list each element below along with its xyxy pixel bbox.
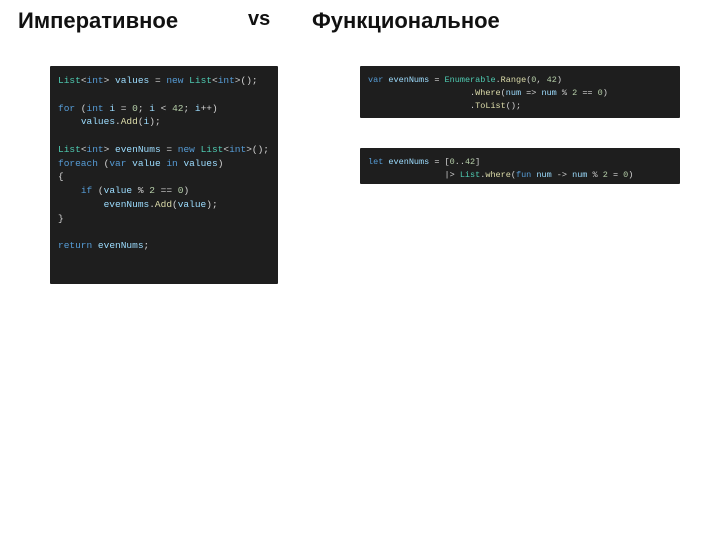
code-functional-csharp-linq: var evenNums = Enumerable.Range(0, 42) .… xyxy=(360,66,680,118)
title-functional: Функциональное xyxy=(308,8,702,34)
title-vs: vs xyxy=(238,8,308,31)
slide-content: List<int> values = new List<int>(); for … xyxy=(0,66,720,526)
slide-header: Императивное vs Функциональное xyxy=(0,0,720,34)
title-imperative: Императивное xyxy=(18,8,238,34)
code-imperative-csharp: List<int> values = new List<int>(); for … xyxy=(50,66,278,284)
code-functional-fsharp: let evenNums = [0..42] |> List.where(fun… xyxy=(360,148,680,184)
